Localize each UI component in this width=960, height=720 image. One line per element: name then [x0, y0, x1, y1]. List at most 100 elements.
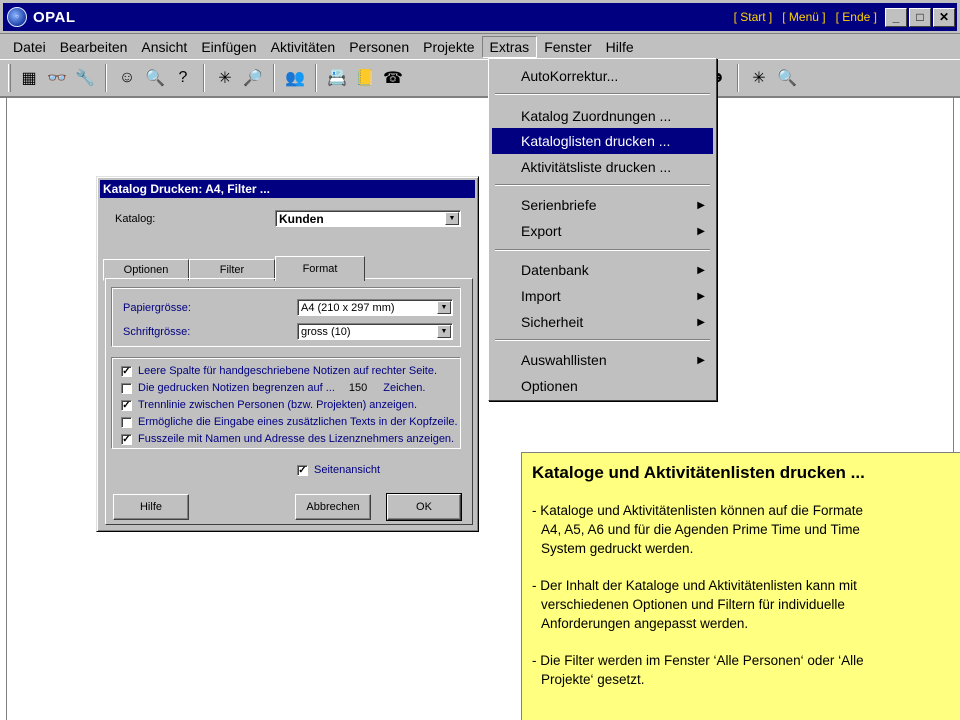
catalog-label: Katalog: [115, 213, 156, 225]
menu-item-autokorrektur[interactable]: AutoKorrektur... [492, 63, 713, 89]
menu-item-import[interactable]: Import ▶ [492, 283, 713, 309]
catalog-select-value: Kunden [279, 211, 324, 226]
window-controls: _ □ ✕ [885, 7, 955, 27]
menu-item-serienbriefe[interactable]: Serienbriefe ▶ [492, 192, 713, 218]
list-icon[interactable]: ▦ [17, 66, 41, 90]
catalog-select[interactable]: Kunden ▼ [275, 210, 461, 227]
checkbox-checked[interactable]: ✓ [121, 399, 132, 411]
menu-personen[interactable]: Personen [342, 37, 416, 57]
menu-separator [495, 249, 710, 251]
submenu-arrow-icon: ▶ [697, 354, 705, 366]
dialog-title[interactable]: Katalog Drucken: A4, Filter ... [100, 180, 475, 198]
option-footer[interactable]: ✓ Fusszeile mit Namen und Adresse des Li… [121, 433, 454, 445]
menu-extras[interactable]: Extras [481, 35, 538, 58]
option-label: Ermögliche die Eingabe eines zusätzliche… [138, 416, 458, 428]
question-icon[interactable]: ? [171, 66, 195, 90]
notes-limit-value[interactable]: 150 [349, 382, 367, 394]
close-button[interactable]: ✕ [933, 7, 955, 27]
option-blank-column[interactable]: ✓ Leere Spalte für handgeschriebene Noti… [121, 365, 437, 377]
checkbox-checked[interactable]: ✓ [297, 464, 308, 476]
menu-item-auswahllisten[interactable]: Auswahllisten ▶ [492, 347, 713, 373]
menu-separator [495, 339, 710, 341]
toolbar-separator [315, 64, 317, 92]
tools-icon[interactable]: 🔧 [73, 66, 97, 90]
binoculars-icon[interactable]: 👓 [45, 66, 69, 90]
app-logo-icon: ○ [7, 7, 27, 27]
submenu-arrow-icon: ▶ [697, 199, 705, 211]
menu-link[interactable]: [ Menü ] [782, 10, 825, 24]
maximize-button[interactable]: □ [909, 7, 931, 27]
font-size-select[interactable]: gross (10) ▼ [297, 323, 453, 340]
option-label: Trennlinie zwischen Personen (bzw. Proje… [138, 399, 418, 411]
toolbar-grip[interactable] [8, 64, 11, 92]
menu-separator [495, 184, 710, 186]
menu-item-label: Kataloglisten drucken ... [521, 133, 671, 149]
menu-fenster[interactable]: Fenster [537, 37, 598, 57]
phonebook-icon[interactable]: 📒 [353, 66, 377, 90]
font-size-value: gross (10) [301, 325, 351, 338]
menu-item-export[interactable]: Export ▶ [492, 218, 713, 244]
submenu-arrow-icon: ▶ [697, 290, 705, 302]
end-link[interactable]: [ Ende ] [836, 10, 877, 24]
menu-item-label: Katalog Zuordnungen ... [521, 108, 672, 124]
toolbar-separator [273, 64, 275, 92]
address-book-icon[interactable]: 📇 [325, 66, 349, 90]
menu-item-sicherheit[interactable]: Sicherheit ▶ [492, 309, 713, 335]
menu-item-label: Optionen [521, 378, 578, 394]
font-size-label: Schriftgrösse: [123, 326, 191, 338]
chevron-down-icon[interactable]: ▼ [445, 212, 459, 225]
info-paragraph: - Der Inhalt der Kataloge und Aktivitäte… [532, 578, 857, 631]
info-paragraph: - Die Filter werden im Fenster ‘Alle Per… [532, 653, 864, 687]
checkbox-unchecked[interactable] [121, 382, 132, 394]
info-panel: Kataloge und Aktivitätenlisten drucken .… [521, 452, 960, 720]
new-icon[interactable]: ✳ [747, 66, 771, 90]
menu-hilfe[interactable]: Hilfe [599, 37, 641, 57]
cancel-button[interactable]: Abbrechen [295, 494, 371, 520]
info-paragraph: - Kataloge und Aktivitätenlisten können … [532, 503, 863, 556]
ok-button[interactable]: OK [386, 493, 462, 521]
option-separator-line[interactable]: ✓ Trennlinie zwischen Personen (bzw. Pro… [121, 399, 417, 411]
start-link[interactable]: [ Start ] [734, 10, 773, 24]
submenu-arrow-icon: ▶ [697, 225, 705, 237]
toolbar-separator [203, 64, 205, 92]
menu-item-kataloglisten-drucken[interactable]: Kataloglisten drucken ... [492, 128, 713, 154]
option-header-text[interactable]: Ermögliche die Eingabe eines zusätzliche… [121, 416, 458, 428]
menu-einfuegen[interactable]: Einfügen [194, 37, 263, 57]
preview-icon[interactable]: 🔍 [775, 66, 799, 90]
search-person-icon[interactable]: 🔍 [143, 66, 167, 90]
phone-icon[interactable]: ☎ [381, 66, 405, 90]
chevron-down-icon[interactable]: ▼ [437, 301, 451, 314]
menu-item-optionen[interactable]: Optionen [492, 373, 713, 399]
toolbar-separator [105, 64, 107, 92]
menu-item-katalog-zuordnungen[interactable]: Katalog Zuordnungen ... [492, 103, 713, 129]
people-icon[interactable]: 👥 [283, 66, 307, 90]
page-preview-option[interactable]: ✓ Seitenansicht [297, 464, 380, 476]
notes-limit-unit: Zeichen. [383, 382, 426, 394]
smiley-icon[interactable]: ☺ [115, 66, 139, 90]
option-limit-notes[interactable]: Die gedrucken Notizen begrenzen auf ... … [121, 382, 425, 394]
menu-item-label: Auswahllisten [521, 352, 607, 368]
sparkle-smiley-icon[interactable]: ✳ [213, 66, 237, 90]
extras-menu: AutoKorrektur... Katalog Zuordnungen ...… [488, 58, 717, 401]
menu-aktivitaeten[interactable]: Aktivitäten [264, 37, 343, 57]
tab-format[interactable]: Format [275, 256, 365, 281]
checkbox-checked[interactable]: ✓ [121, 365, 132, 377]
minimize-button[interactable]: _ [885, 7, 907, 27]
help-button[interactable]: Hilfe [113, 494, 189, 520]
menu-projekte[interactable]: Projekte [416, 37, 481, 57]
menu-item-label: Export [521, 223, 562, 239]
menu-bearbeiten[interactable]: Bearbeiten [53, 37, 135, 57]
app-title: OPAL [33, 8, 76, 26]
menu-item-datenbank[interactable]: Datenbank ▶ [492, 257, 713, 283]
checkbox-checked[interactable]: ✓ [121, 433, 132, 445]
option-label: Fusszeile mit Namen und Adresse des Lize… [138, 433, 455, 445]
paper-size-select[interactable]: A4 (210 x 297 mm) ▼ [297, 299, 453, 316]
menu-ansicht[interactable]: Ansicht [134, 37, 194, 57]
submenu-arrow-icon: ▶ [697, 316, 705, 328]
menu-datei[interactable]: Datei [6, 37, 53, 57]
checkbox-unchecked[interactable] [121, 416, 132, 428]
menu-item-aktivitaetsliste-drucken[interactable]: Aktivitätsliste drucken ... [492, 154, 713, 180]
magnify-document-icon[interactable]: 🔎 [241, 66, 265, 90]
chevron-down-icon[interactable]: ▼ [437, 325, 451, 338]
option-label: Die gedrucken Notizen begrenzen auf ... [138, 382, 335, 394]
